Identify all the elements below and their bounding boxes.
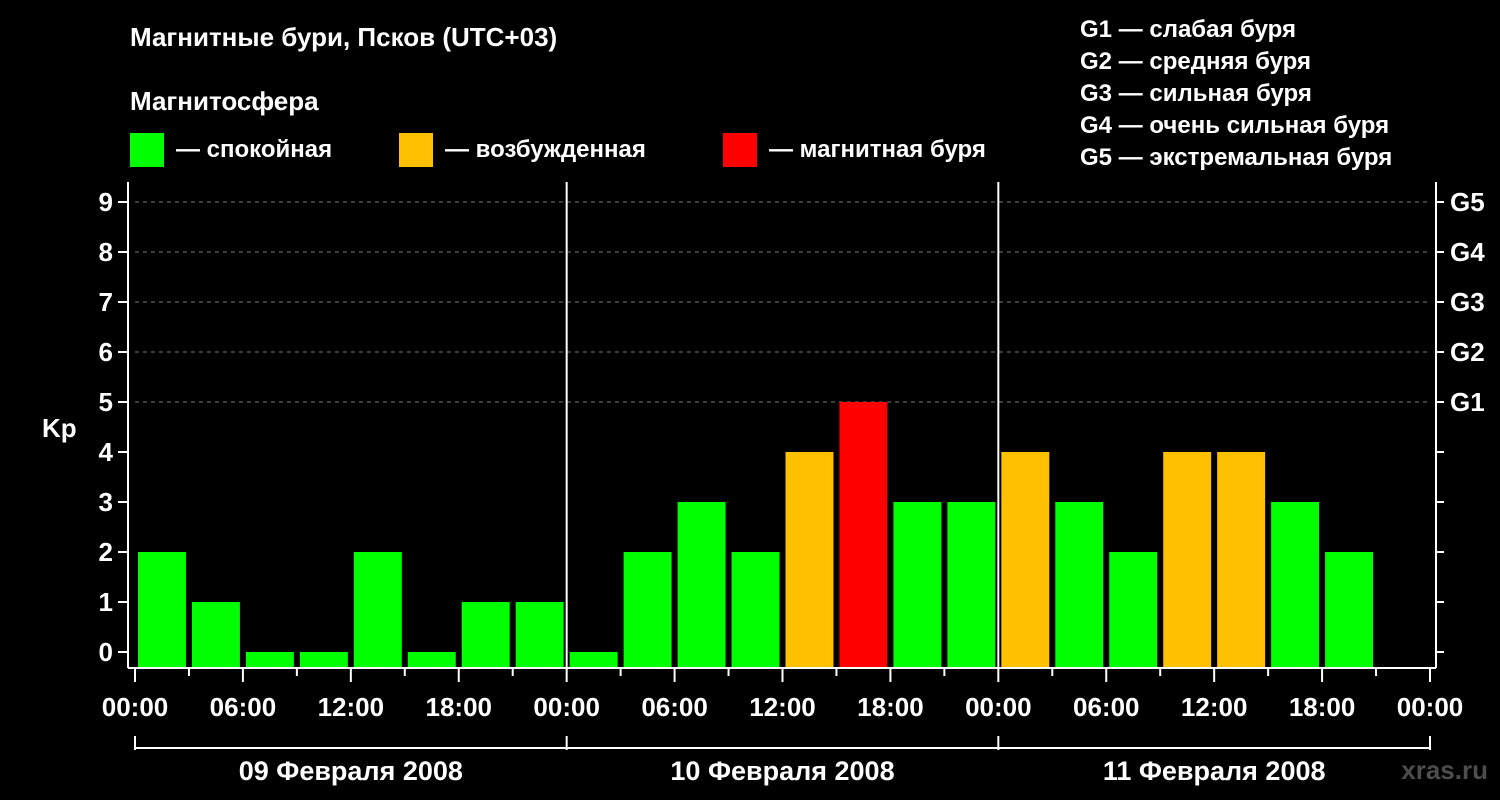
kp-bar xyxy=(1001,452,1050,668)
kp-bar xyxy=(299,652,348,668)
x-tick-label: 06:00 xyxy=(1073,692,1140,722)
y-tick-label: 0 xyxy=(99,637,113,667)
day-label: 09 Февраля 2008 xyxy=(239,756,463,786)
x-tick-label: 18:00 xyxy=(426,692,493,722)
g-scale-label: G2 xyxy=(1450,337,1485,367)
day-label: 10 Февраля 2008 xyxy=(670,756,894,786)
x-tick-label: 12:00 xyxy=(1181,692,1248,722)
kp-bar xyxy=(569,652,618,668)
x-tick-label: 06:00 xyxy=(641,692,708,722)
y-tick-label: 3 xyxy=(99,487,113,517)
kp-bar xyxy=(1055,502,1104,668)
kp-bar xyxy=(515,602,564,668)
x-tick-label: 12:00 xyxy=(749,692,816,722)
kp-bar xyxy=(947,502,996,668)
kp-bar xyxy=(839,402,888,668)
kp-bar xyxy=(1109,552,1158,668)
kp-bar xyxy=(1271,502,1320,668)
y-axis-label: Kp xyxy=(42,413,77,443)
g-scale-label: G4 xyxy=(1450,237,1485,267)
y-tick-label: 4 xyxy=(99,437,114,467)
y-tick-label: 2 xyxy=(99,537,113,567)
x-tick-label: 00:00 xyxy=(965,692,1032,722)
g-scale-label: G3 xyxy=(1450,287,1485,317)
g-scale-label: G1 xyxy=(1450,387,1485,417)
kp-bar xyxy=(785,452,834,668)
y-tick-label: 9 xyxy=(99,187,113,217)
kp-bar xyxy=(623,552,672,668)
kp-bar xyxy=(731,552,780,668)
x-tick-label: 06:00 xyxy=(210,692,277,722)
site-watermark: xras.ru xyxy=(1401,755,1488,785)
x-tick-label: 18:00 xyxy=(1289,692,1356,722)
kp-bar xyxy=(1325,552,1374,668)
y-tick-label: 7 xyxy=(99,287,113,317)
kp-bar-chart: 0 1 2 3 4 5 6 7 8 9 G1 G2 G3 G4 G5 Kp 00:00 06:00 12:00 18:… xyxy=(42,182,1485,786)
g-scale-label: G5 xyxy=(1450,187,1485,217)
kp-bar xyxy=(245,652,294,668)
kp-bar xyxy=(407,652,456,668)
y-tick-label: 1 xyxy=(99,587,113,617)
kp-bar xyxy=(1163,452,1212,668)
kp-bar xyxy=(191,602,240,668)
kp-bar xyxy=(138,552,186,668)
x-tick-label: 12:00 xyxy=(318,692,385,722)
kp-bar xyxy=(677,502,726,668)
x-tick-label: 00:00 xyxy=(533,692,600,722)
kp-bar xyxy=(1217,452,1266,668)
x-tick-label: 00:00 xyxy=(1397,692,1464,722)
kp-bar xyxy=(893,502,942,668)
kp-bar xyxy=(461,602,510,668)
x-tick-label: 00:00 xyxy=(102,692,169,722)
day-label: 11 Февраля 2008 xyxy=(1103,756,1326,786)
kp-bar xyxy=(353,552,402,668)
x-tick-label: 18:00 xyxy=(857,692,924,722)
y-tick-label: 8 xyxy=(99,237,113,267)
y-tick-label: 6 xyxy=(99,337,113,367)
y-tick-label: 5 xyxy=(99,387,113,417)
